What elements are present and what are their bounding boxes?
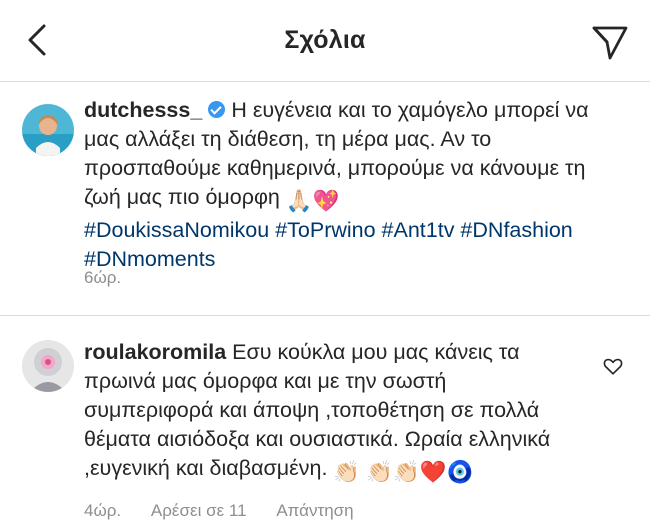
comment-text-block: roulakoromila Εσυ κούκλα μου μας κάνεις …	[84, 338, 554, 487]
comment-time: 4ώρ.	[84, 501, 122, 520]
comment-username[interactable]: roulakoromila	[84, 340, 226, 364]
clapping-hands-emoji: 👏🏻	[333, 460, 361, 484]
clapping-hands-emoji: 👏🏻	[366, 460, 393, 484]
red-heart-emoji: ❤️	[419, 460, 447, 484]
reply-button[interactable]: Απάντηση	[276, 501, 353, 520]
comment-meta: 4ώρ. Αρέσει σε 11 Απάντηση	[84, 501, 380, 521]
praying-hands-emoji: 🙏🏻	[285, 189, 313, 213]
avatar[interactable]	[22, 104, 74, 156]
nazar-amulet-emoji: 🧿	[446, 460, 474, 484]
caption-time: 6ώρ.	[84, 268, 122, 287]
sparkling-heart-emoji: 💖	[312, 189, 340, 213]
like-heart-icon[interactable]	[602, 355, 624, 377]
caption-text-block: dutchesss_ Η ευγένεια και το χαμόγελο μπο…	[84, 96, 624, 274]
comments-header: Σχόλια	[0, 0, 650, 82]
clapping-hands-emoji: 👏🏻	[392, 460, 420, 484]
caption-username[interactable]: dutchesss_	[84, 98, 202, 122]
avatar[interactable]	[22, 340, 74, 392]
caption-hashtags[interactable]: #DoukissaNomikou #ToPrwino #Ant1tv #DNfa…	[84, 218, 573, 271]
comment-likes[interactable]: Αρέσει σε 11	[151, 501, 247, 520]
caption-meta: 6ώρ.	[84, 268, 147, 288]
paper-plane-icon[interactable]	[588, 20, 632, 64]
verified-badge-icon	[208, 101, 226, 118]
page-title: Σχόλια	[284, 26, 366, 54]
post-caption: dutchesss_ Η ευγένεια και το χαμόγελο μπο…	[0, 82, 650, 316]
